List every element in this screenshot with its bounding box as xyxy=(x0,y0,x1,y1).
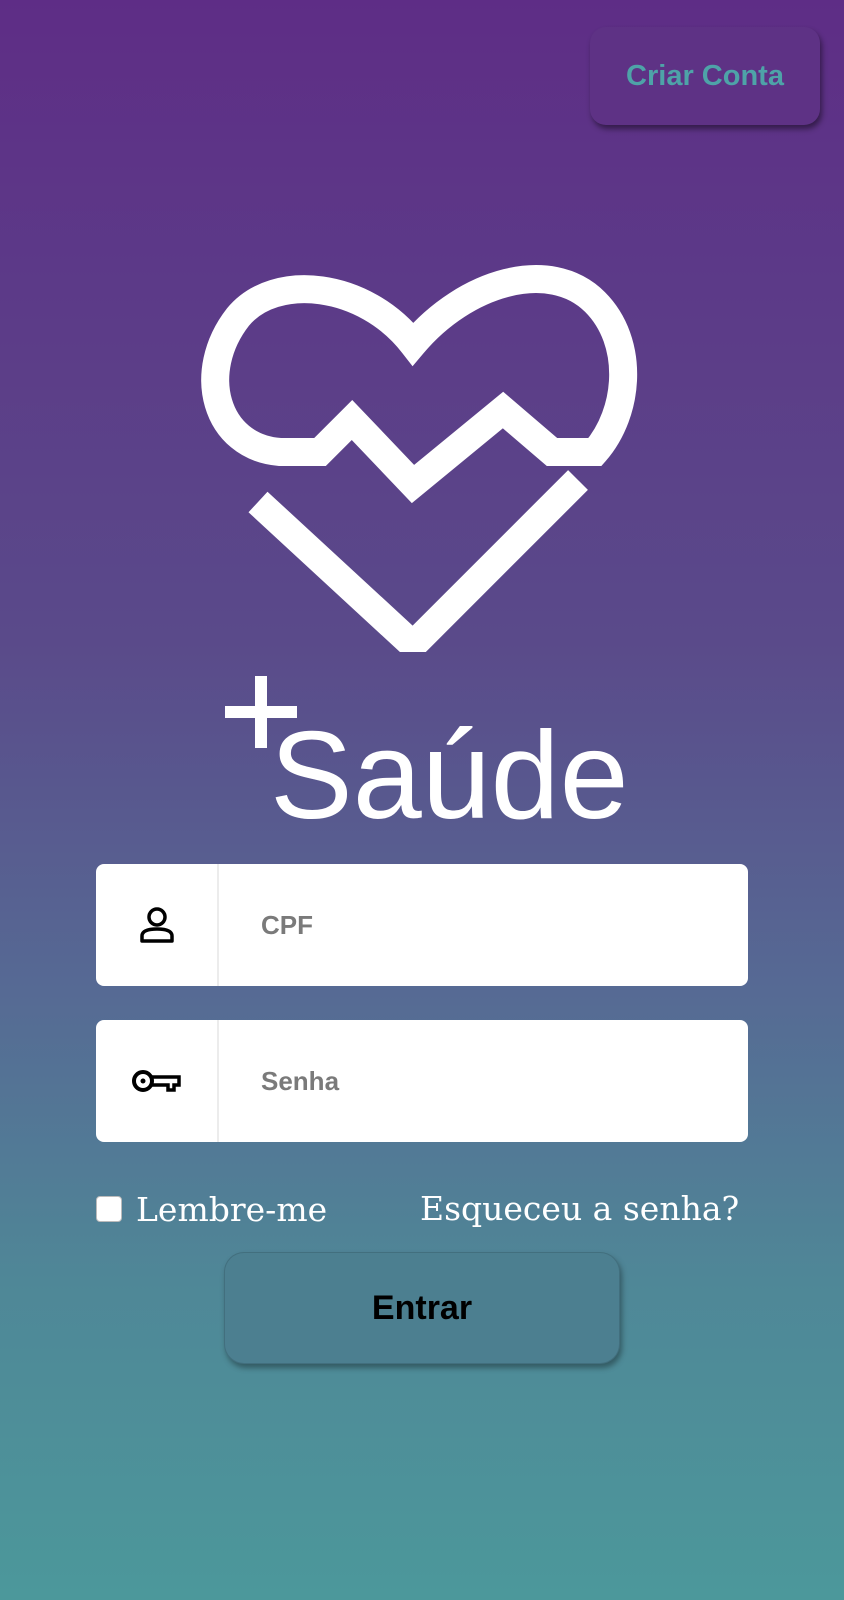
password-field-group xyxy=(96,1020,748,1142)
remember-me-label: Lembre-me xyxy=(136,1189,328,1229)
cpf-input[interactable] xyxy=(219,864,748,986)
create-account-label: Criar Conta xyxy=(626,59,784,92)
remember-me-row: Lembre-me xyxy=(96,1185,327,1233)
password-input[interactable] xyxy=(219,1020,748,1142)
person-icon xyxy=(96,864,219,986)
login-button[interactable]: Entrar xyxy=(224,1252,620,1364)
app-logo-wordmark: + Saúde xyxy=(220,676,640,845)
login-button-label: Entrar xyxy=(371,1288,473,1327)
heart-pulse-icon xyxy=(200,262,645,665)
key-icon xyxy=(96,1020,219,1142)
logo-name: Saúde xyxy=(270,707,629,826)
cpf-field-group xyxy=(96,864,748,986)
forgot-password-link[interactable]: Esqueceu a senha? xyxy=(420,1185,739,1233)
remember-me-checkbox[interactable] xyxy=(96,1196,122,1222)
create-account-button[interactable]: Criar Conta xyxy=(590,27,820,125)
logo-plus: + xyxy=(220,676,221,677)
